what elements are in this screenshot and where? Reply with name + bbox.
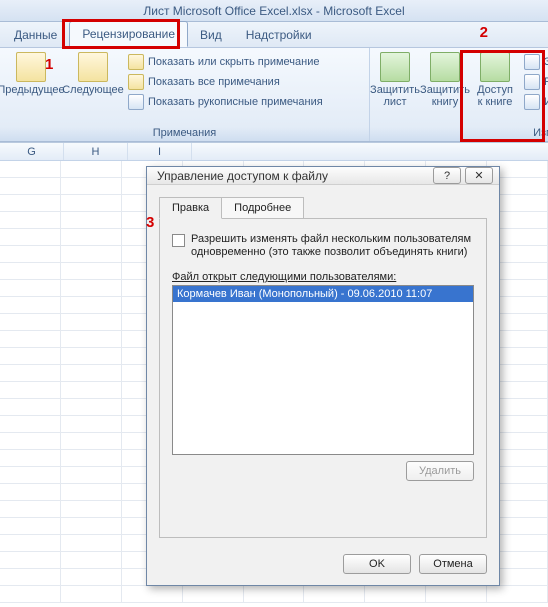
show-hide-comment-label: Показать или скрыть примечание	[148, 56, 319, 68]
col-i[interactable]: I	[128, 143, 192, 160]
annotation-1: 1	[45, 56, 53, 73]
tab-data[interactable]: Данные	[2, 23, 69, 47]
shield-icon	[524, 54, 540, 70]
cancel-button[interactable]: Отмена	[419, 554, 487, 574]
share-workbook-button[interactable]: Доступ к книге	[470, 50, 520, 110]
prev-comment-label: Предыдущее	[0, 84, 65, 96]
dialog-tab-edit[interactable]: Правка	[159, 197, 222, 219]
tab-view[interactable]: Вид	[188, 23, 234, 47]
ink-icon	[128, 94, 144, 110]
annotation-2: 2	[480, 24, 488, 41]
show-all-comments-label: Показать все примечания	[148, 76, 280, 88]
col-h[interactable]: H	[64, 143, 128, 160]
next-comment-icon	[78, 52, 108, 82]
protect-sheet-label: Защитить лист	[370, 84, 420, 108]
group-comments: Предыдущее Следующее Показать или скрыть…	[0, 48, 370, 141]
range-icon	[524, 74, 540, 90]
dialog-tabstrip: Правка Подробнее	[159, 197, 487, 219]
dialog-title: Управление доступом к файлу	[157, 169, 328, 183]
allow-multiuser-row: Разрешить изменять файл нескольким польз…	[172, 233, 474, 259]
show-all-comments-button[interactable]: Показать все примечания	[124, 72, 327, 92]
track-changes-label: Исп	[544, 96, 548, 108]
dialog-body: Правка Подробнее Разрешить изменять файл…	[147, 185, 499, 546]
show-ink-comments-label: Показать рукописные примечания	[148, 96, 323, 108]
dialog-tabpanel: Разрешить изменять файл нескольким польз…	[159, 218, 487, 538]
delete-user-button: Удалить	[406, 461, 474, 481]
users-listbox[interactable]: Кормачев Иван (Монопольный) - 09.06.2010…	[172, 285, 474, 455]
allow-multiuser-checkbox[interactable]	[172, 234, 185, 247]
dialog-footer: OK Отмена	[147, 546, 499, 586]
ribbon-tabstrip: Данные Рецензирование Вид Надстройки 2	[0, 22, 548, 48]
show-ink-comments-button[interactable]: Показать рукописные примечания	[124, 92, 327, 112]
close-icon: ✕	[474, 169, 483, 182]
titlebar: Лист Microsoft Office Excel.xlsx - Micro…	[0, 0, 548, 22]
col-g[interactable]: G	[0, 143, 64, 160]
track-icon	[524, 94, 540, 110]
next-comment-label: Следующее	[62, 84, 124, 96]
column-headers: G H I	[0, 143, 548, 161]
close-button[interactable]: ✕	[465, 167, 493, 184]
tab-review[interactable]: Рецензирование	[69, 21, 188, 47]
track-changes-button[interactable]: Исп	[520, 92, 548, 112]
group-comments-label: Примечания	[0, 126, 369, 141]
prev-comment-icon	[16, 52, 46, 82]
protect-book-icon	[430, 52, 460, 82]
user-list-item[interactable]: Кормачев Иван (Монопольный) - 09.06.2010…	[173, 286, 473, 302]
protect-sheet-button[interactable]: Защитить лист	[370, 50, 420, 110]
show-hide-comment-button[interactable]: Показать или скрыть примечание	[124, 52, 327, 72]
allow-ranges-button[interactable]: Раз	[520, 72, 548, 92]
dialog-tab-more[interactable]: Подробнее	[222, 197, 304, 219]
ok-button[interactable]: OK	[343, 554, 411, 574]
group-changes-label: Измен	[370, 126, 548, 141]
next-comment-button[interactable]: Следующее	[62, 50, 124, 98]
allow-ranges-label: Раз	[544, 76, 548, 88]
help-button[interactable]: ?	[433, 167, 461, 184]
help-icon: ?	[444, 170, 450, 182]
protect-share-label: Защ	[544, 56, 548, 68]
open-by-label: Файл открыт следующими пользователями:	[172, 271, 474, 283]
share-book-label: Доступ к книге	[477, 84, 513, 108]
share-workbook-dialog: Управление доступом к файлу ? ✕ Правка П…	[146, 166, 500, 586]
protect-sheet-icon	[380, 52, 410, 82]
protect-book-label: Защитить книгу	[420, 84, 470, 108]
share-book-icon	[480, 52, 510, 82]
dialog-titlebar: Управление доступом к файлу ? ✕	[147, 167, 499, 185]
comments-icon	[128, 74, 144, 90]
allow-multiuser-label: Разрешить изменять файл нескольким польз…	[191, 233, 474, 259]
window-title: Лист Microsoft Office Excel.xlsx - Micro…	[143, 4, 404, 18]
group-changes: Защитить лист Защитить книгу Доступ к кн…	[370, 48, 548, 141]
ribbon: Предыдущее Следующее Показать или скрыть…	[0, 48, 548, 142]
comment-icon	[128, 54, 144, 70]
protect-workbook-button[interactable]: Защитить книгу	[420, 50, 470, 110]
protect-share-button[interactable]: Защ	[520, 52, 548, 72]
annotation-3: 3	[146, 214, 154, 231]
tab-addins[interactable]: Надстройки	[234, 23, 324, 47]
